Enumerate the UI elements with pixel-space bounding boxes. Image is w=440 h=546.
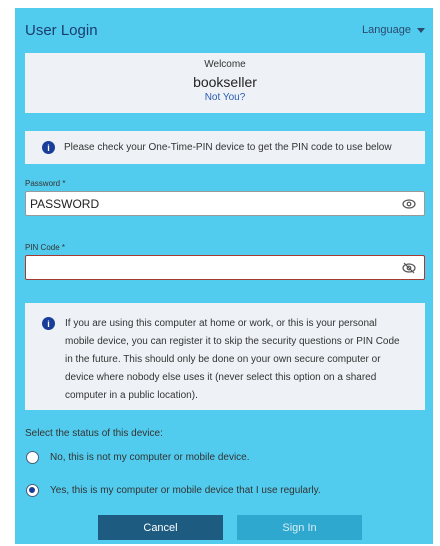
radio-not-my-device[interactable]: No, this is not my computer or mobile de… [26, 451, 250, 464]
header: User Login Language [25, 20, 425, 40]
device-status-label: Select the status of this device: [25, 428, 163, 439]
welcome-box: Welcome bookseller Not You? [25, 53, 425, 113]
password-field[interactable] [30, 196, 424, 211]
language-label: Language [362, 24, 411, 36]
radio-label: Yes, this is my computer or mobile devic… [50, 485, 321, 496]
password-field-wrapper [25, 191, 425, 216]
cancel-button[interactable]: Cancel [98, 515, 223, 540]
eye-off-icon[interactable] [402, 262, 416, 274]
otp-notice: i Please check your One-Time-PIN device … [25, 131, 425, 164]
pin-label: PIN Code * [25, 243, 66, 252]
info-icon: i [42, 141, 55, 154]
otp-notice-text: Please check your One-Time-PIN device to… [64, 142, 392, 153]
device-notice-text: If you are using this computer at home o… [65, 318, 400, 401]
language-dropdown[interactable]: Language [362, 24, 425, 36]
device-notice: i If you are using this computer at home… [25, 303, 425, 410]
radio-label: No, this is not my computer or mobile de… [50, 452, 250, 463]
pin-field[interactable] [30, 260, 424, 275]
page-title: User Login [25, 21, 98, 39]
info-icon: i [42, 317, 55, 330]
radio-my-device[interactable]: Yes, this is my computer or mobile devic… [26, 484, 321, 497]
radio-button-selected[interactable] [26, 484, 39, 497]
radio-button[interactable] [26, 451, 39, 464]
login-panel: User Login Language Welcome bookseller N… [15, 8, 433, 544]
eye-icon[interactable] [402, 198, 416, 210]
welcome-username: bookseller [193, 74, 257, 90]
welcome-greeting: Welcome [204, 59, 246, 70]
chevron-down-icon [417, 27, 425, 33]
pin-field-wrapper [25, 255, 425, 280]
password-label: Password * [25, 179, 66, 188]
sign-in-button[interactable]: Sign In [237, 515, 362, 540]
not-you-link[interactable]: Not You? [25, 92, 425, 103]
